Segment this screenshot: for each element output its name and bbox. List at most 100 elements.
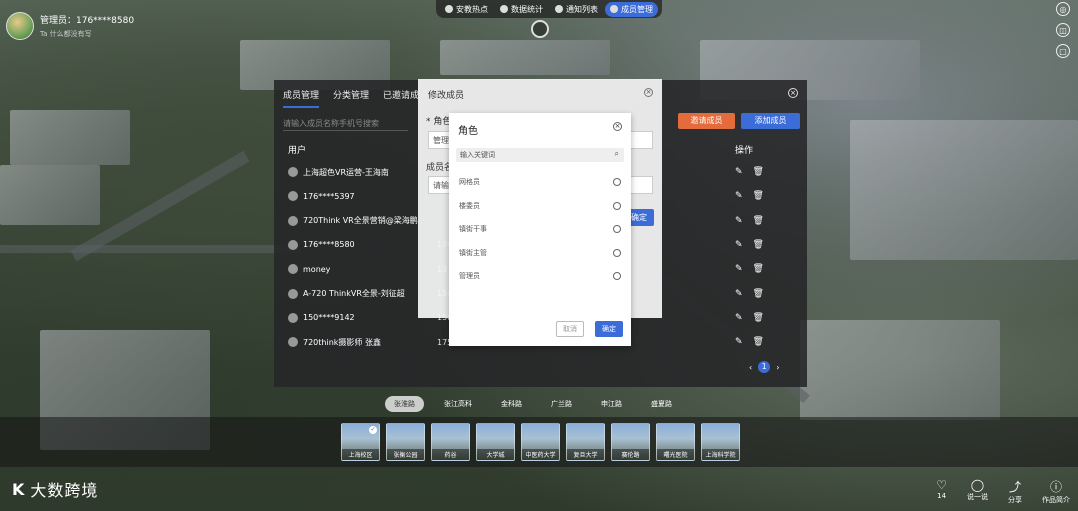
role-option-label: 网格员 [459, 178, 480, 186]
role-title: 角色 [458, 126, 478, 137]
search-input[interactable]: 请输入成员名称手机号搜索 [283, 115, 408, 131]
scene-thumbnail[interactable]: 中医药大学 [521, 423, 560, 461]
check-icon: ✓ [369, 426, 377, 434]
edit-icon[interactable]: ✎ [735, 337, 743, 347]
role-confirm-button[interactable]: 确定 [595, 321, 623, 337]
brand-logo: K 大数跨境 [12, 477, 98, 501]
role-option[interactable]: 网格员 [459, 176, 621, 188]
nav-hotspot[interactable]: 安教热点 [440, 2, 493, 17]
role-picker-modal: 角色 × 输入关键词 ⌕ 网格员楼委员镇街干事镇街主管管理员 取消 确定 [449, 113, 631, 346]
delete-icon[interactable]: 🗑 [753, 167, 764, 177]
edit-icon[interactable]: ✎ [735, 313, 743, 323]
tab-categories[interactable]: 分类管理 [333, 88, 369, 108]
page-current[interactable]: 1 [758, 361, 771, 373]
scene-thumbnail[interactable]: ✓ 上海校区 [341, 423, 380, 461]
page-prev[interactable]: ‹ [749, 363, 752, 372]
action-label: 分享 [1008, 496, 1022, 504]
vr-icon[interactable]: ◫ [1056, 23, 1070, 37]
scene-group-tab[interactable]: 张江高科 [435, 396, 481, 412]
edit-icon[interactable]: ✎ [735, 240, 743, 250]
user-info[interactable]: 管理员：176****8580 Ta 什么都没有写 [6, 12, 134, 40]
avatar [288, 215, 298, 226]
scene-thumbnail[interactable]: 药谷 [431, 423, 470, 461]
close-icon[interactable]: × [613, 122, 622, 131]
fullscreen-icon[interactable]: ▢ [1056, 44, 1070, 58]
delete-icon[interactable]: 🗑 [753, 337, 764, 347]
scene-thumbnail[interactable]: 赛伦路 [611, 423, 650, 461]
tab-invited[interactable]: 已邀请成 [383, 88, 419, 108]
role-option[interactable]: 镇街主管 [459, 247, 621, 259]
edit-icon[interactable]: ✎ [735, 264, 743, 274]
avatar[interactable] [6, 12, 34, 40]
scene-thumbnail[interactable]: 大学城 [476, 423, 515, 461]
info-icon: ⓘ [1049, 480, 1062, 494]
scene-group-tab[interactable]: 申江路 [592, 396, 631, 412]
action-label: 说一说 [967, 493, 988, 501]
avatar [288, 167, 298, 177]
delete-icon[interactable]: 🗑 [753, 289, 764, 299]
role-cancel-button[interactable]: 取消 [556, 321, 584, 337]
page-next[interactable]: › [776, 363, 779, 372]
user-icon [610, 5, 618, 13]
avatar [288, 191, 298, 202]
nav-notifications[interactable]: 通知列表 [550, 2, 603, 17]
share-action[interactable]: ⤴ 分享 [1008, 478, 1022, 505]
scene-thumbnail[interactable]: 上海科学院 [701, 423, 740, 461]
add-member-button[interactable]: 添加成员 [741, 113, 800, 129]
scene-groups: 张淮路 张江高科 金科路 广兰路 申江路 盛夏路 [385, 396, 681, 412]
scene-group-tab[interactable]: 金科路 [492, 396, 531, 412]
panel-tabs: 成员管理 分类管理 已邀请成 [283, 88, 419, 108]
comment-action[interactable]: ◯ 说一说 [967, 478, 988, 505]
role-option-label: 楼委员 [459, 201, 480, 210]
scene-group-tab[interactable]: 广兰路 [542, 396, 581, 412]
edit-icon[interactable]: ✎ [735, 167, 743, 177]
right-toolbar: ◎ ◫ ▢ [1056, 2, 1070, 58]
close-icon[interactable]: × [788, 88, 798, 98]
thumbnail-label: 药谷 [432, 449, 469, 460]
gyro-icon[interactable]: ◎ [1056, 2, 1070, 16]
logo-text: 大数跨境 [30, 481, 99, 500]
role-option[interactable]: 楼委员 [459, 200, 621, 212]
modal-title: 修改成员 [428, 91, 465, 101]
delete-icon[interactable]: 🗑 [753, 313, 764, 323]
edit-icon[interactable]: ✎ [735, 216, 743, 226]
scene-group-tab[interactable]: 盛夏路 [642, 396, 681, 412]
add-label: 添加成员 [754, 116, 787, 125]
pagination: ‹ 1 › [749, 361, 779, 373]
search-icon: ⌕ [614, 149, 619, 158]
radio-icon[interactable] [613, 178, 621, 186]
close-icon[interactable]: × [644, 88, 653, 97]
tab-members[interactable]: 成员管理 [283, 88, 320, 108]
info-action[interactable]: ⓘ 作品简介 [1042, 478, 1070, 505]
edit-icon[interactable]: ✎ [735, 289, 743, 299]
radio-icon[interactable] [613, 248, 621, 257]
avatar [288, 337, 298, 348]
delete-icon[interactable]: 🗑 [753, 191, 764, 201]
delete-icon[interactable]: 🗑 [753, 216, 764, 226]
role-option-label: 镇街主管 [459, 248, 487, 257]
radio-icon[interactable] [613, 201, 621, 210]
role-label: * 角色 [426, 117, 452, 127]
radio-icon[interactable] [613, 272, 621, 280]
scene-group-tab[interactable]: 张淮路 [385, 396, 424, 412]
scene-thumbnail[interactable]: 曙光医院 [656, 423, 695, 461]
role-option[interactable]: 管理员 [459, 270, 621, 282]
scene-thumbnails: ✓ 上海校区 张衡公园 药谷 大学城 中医药大学 复旦大学 赛伦路 曙光医院 上海科学院 [341, 423, 740, 461]
radio-icon[interactable] [613, 225, 621, 233]
invite-member-button[interactable]: 邀请成员 [678, 113, 735, 129]
role-search-placeholder: 输入关键词 [460, 151, 495, 159]
nav-members[interactable]: 成员管理 [605, 1, 658, 17]
nav-statistics[interactable]: 数据统计 [495, 2, 548, 17]
chart-icon [500, 5, 508, 13]
compass-icon[interactable] [531, 20, 549, 38]
scene-thumbnail[interactable]: 张衡公园 [386, 423, 425, 461]
delete-icon[interactable]: 🗑 [753, 264, 764, 274]
role-option[interactable]: 镇街干事 [459, 223, 621, 235]
edit-icon[interactable]: ✎ [735, 191, 743, 201]
heart-action[interactable]: ♡ 14 [936, 478, 947, 505]
scene-thumbnail[interactable]: 复旦大学 [566, 423, 605, 461]
thumbnail-label: 曙光医院 [657, 449, 694, 460]
thumbnail-label: 上海校区 [342, 449, 379, 460]
delete-icon[interactable]: 🗑 [753, 240, 764, 250]
role-search-input[interactable]: 输入关键词 ⌕ [456, 148, 624, 162]
